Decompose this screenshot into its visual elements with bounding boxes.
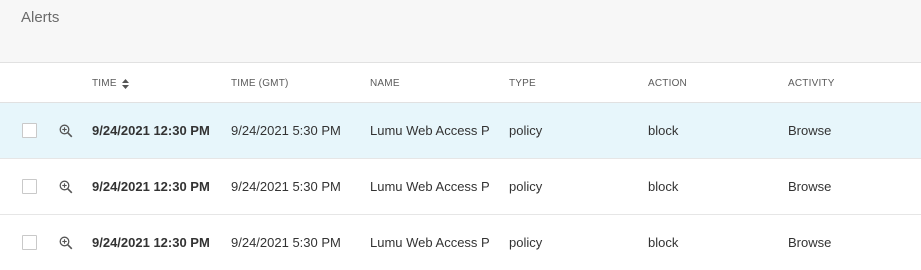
table-row[interactable]: 9/24/2021 12:30 PM 9/24/2021 5:30 PM Lum…	[0, 215, 921, 270]
cell-activity: Browse	[788, 235, 832, 250]
cell-time: 9/24/2021 12:30 PM	[92, 123, 210, 138]
row-checkbox[interactable]	[22, 179, 37, 194]
cell-action: block	[648, 179, 679, 194]
table-row[interactable]: 9/24/2021 12:30 PM 9/24/2021 5:30 PM Lum…	[0, 159, 921, 215]
column-header-action[interactable]: ACTION	[648, 78, 687, 89]
column-header-activity[interactable]: ACTIVITY	[788, 78, 835, 89]
table-row[interactable]: 9/24/2021 12:30 PM 9/24/2021 5:30 PM Lum…	[0, 103, 921, 159]
row-checkbox[interactable]	[22, 123, 37, 138]
cell-time-gmt: 9/24/2021 5:30 PM	[231, 235, 341, 250]
cell-activity: Browse	[788, 179, 832, 194]
cell-time: 9/24/2021 12:30 PM	[92, 235, 210, 250]
zoom-in-icon[interactable]	[59, 180, 73, 194]
cell-type: policy	[509, 123, 543, 138]
column-header-time-gmt[interactable]: TIME (GMT)	[231, 78, 289, 89]
page-title: Alerts	[21, 9, 60, 26]
cell-type: policy	[509, 235, 543, 250]
cell-time: 9/24/2021 12:30 PM	[92, 179, 210, 194]
cell-time-gmt: 9/24/2021 5:30 PM	[231, 123, 341, 138]
page-header: Alerts	[0, 0, 921, 63]
cell-time-gmt: 9/24/2021 5:30 PM	[231, 179, 341, 194]
cell-activity: Browse	[788, 123, 832, 138]
zoom-in-icon[interactable]	[59, 236, 73, 250]
cell-action: block	[648, 123, 679, 138]
cell-name: Lumu Web Access P	[370, 123, 490, 138]
sort-icon[interactable]	[121, 78, 129, 89]
zoom-in-icon[interactable]	[59, 124, 73, 138]
column-header-type[interactable]: TYPE	[509, 78, 536, 89]
column-header-time-label: TIME	[92, 78, 117, 89]
cell-name: Lumu Web Access P	[370, 179, 490, 194]
column-header-time[interactable]: TIME	[92, 78, 129, 89]
cell-action: block	[648, 235, 679, 250]
row-checkbox[interactable]	[22, 235, 37, 250]
column-header-name[interactable]: NAME	[370, 78, 400, 89]
table-header: TIME TIME (GMT) NAME TYPE ACTION ACTIVIT…	[0, 63, 921, 103]
cell-name: Lumu Web Access P	[370, 235, 490, 250]
cell-type: policy	[509, 179, 543, 194]
